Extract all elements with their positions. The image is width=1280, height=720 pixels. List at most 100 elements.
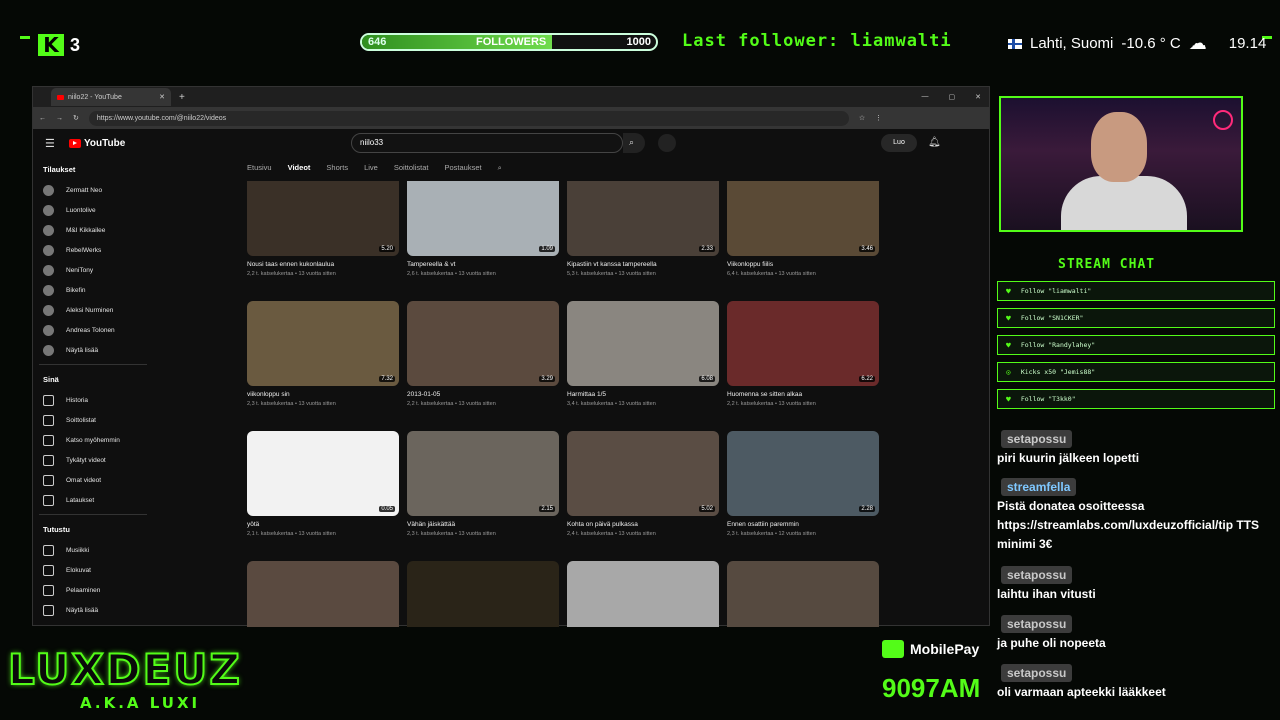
- sidebar-section-subscriptions[interactable]: Tilaukset: [33, 159, 153, 180]
- video-thumbnail[interactable]: 6.08: [567, 301, 719, 386]
- video-thumbnail[interactable]: 1.02: [567, 561, 719, 627]
- video-title[interactable]: Huomenna se sitten alkaa: [727, 391, 879, 398]
- video-thumbnail[interactable]: 1.09: [407, 181, 559, 256]
- chat-username: setapossu: [1001, 664, 1073, 682]
- channel-avatar-icon: [43, 264, 54, 276]
- sidebar-item[interactable]: Historia: [33, 390, 153, 410]
- search-channel-icon[interactable]: ⌕: [498, 163, 502, 173]
- sidebar-section-explore[interactable]: Tutustu: [33, 519, 153, 540]
- search-input[interactable]: niilo33: [351, 133, 623, 153]
- video-card[interactable]: 6.08 Harmittaa 1/5 3,4 t. katselukertaa • …: [567, 301, 719, 407]
- browser-tab[interactable]: niilo22 - YouTube ✕: [51, 88, 171, 106]
- sidebar-item[interactable]: NeniTony: [33, 260, 153, 280]
- video-duration: 0.05: [379, 506, 395, 512]
- video-title[interactable]: Ennen osattiin paremmin: [727, 521, 879, 528]
- minimize-icon[interactable]: —: [922, 93, 929, 101]
- sidebar-item[interactable]: Musiikki: [33, 540, 153, 560]
- tab-shorts[interactable]: Shorts: [326, 163, 348, 173]
- sidebar-icon: [43, 584, 54, 596]
- sidebar-icon: [43, 454, 54, 466]
- video-thumbnail[interactable]: 5.20: [247, 181, 399, 256]
- video-card[interactable]: 3.29 2013-01-05 2,2 t. katselukertaa • 13 …: [407, 301, 559, 407]
- menu-dots-icon[interactable]: ⋮: [875, 114, 882, 122]
- sidebar-item[interactable]: Katso myöhemmin: [33, 430, 153, 450]
- video-title[interactable]: Harmittaa 1/5: [567, 391, 719, 398]
- search-button[interactable]: ⌕: [623, 133, 645, 153]
- video-card[interactable]: 2.28 Ennen osattiin paremmin 2,3 t. katsel…: [727, 431, 879, 537]
- video-thumbnail[interactable]: 5.02: [567, 431, 719, 516]
- tab-etusivu[interactable]: Etusivu: [247, 163, 272, 173]
- tab-close-icon[interactable]: ✕: [159, 93, 165, 101]
- video-thumbnail[interactable]: 7.32: [247, 301, 399, 386]
- notifications-bell-icon[interactable]: 🔔︎: [928, 137, 941, 148]
- sidebar-item[interactable]: M&I Kikkailee: [33, 220, 153, 240]
- sidebar-item[interactable]: Tykätyt videot: [33, 450, 153, 470]
- video-card[interactable]: 1.38Kiivin pelaamassa: [407, 561, 559, 627]
- youtube-logo[interactable]: YouTube: [69, 138, 125, 149]
- bookmark-star-icon[interactable]: ☆: [859, 114, 865, 122]
- tab-videot[interactable]: Videot: [288, 163, 311, 173]
- video-title[interactable]: yötä: [247, 521, 399, 528]
- video-card[interactable]: 1.02Pysäkillä: [567, 561, 719, 627]
- new-tab-icon[interactable]: +: [179, 92, 185, 103]
- sidebar-item[interactable]: Aleksi Nurminen: [33, 300, 153, 320]
- video-card[interactable]: 5.02 Kohta on päivä pulkassa 2,4 t. katsel…: [567, 431, 719, 537]
- video-meta: 2,6 t. katselukertaa • 13 vuotta sitten: [407, 271, 496, 277]
- video-thumbnail[interactable]: 2.28: [727, 431, 879, 516]
- video-title[interactable]: Kohta on päivä pulkassa: [567, 521, 719, 528]
- sidebar-item[interactable]: Bikefin: [33, 280, 153, 300]
- video-thumbnail[interactable]: 3.09: [727, 561, 879, 627]
- video-thumbnail[interactable]: 2.15: [407, 431, 559, 516]
- tab-live[interactable]: Live: [364, 163, 378, 173]
- video-title[interactable]: Tampereella & vt: [407, 261, 559, 268]
- video-card[interactable]: 7.32 viikonloppu sin 2,3 t. katselukertaa …: [247, 301, 399, 407]
- sidebar-item[interactable]: Pelaaminen: [33, 580, 153, 600]
- video-card[interactable]: 0.05 yötä 2,1 t. katselukertaa • 13 vuotta…: [247, 431, 399, 537]
- video-card[interactable]: 2.15 Vähän jäiskättää 2,3 t. katselukertaa…: [407, 431, 559, 537]
- video-thumbnail[interactable]: 0.05: [247, 431, 399, 516]
- back-icon[interactable]: ←: [39, 115, 46, 122]
- sidebar-item[interactable]: Andreas Tolonen: [33, 320, 153, 340]
- tab-postaukset[interactable]: Postaukset: [444, 163, 481, 173]
- video-title[interactable]: viikonloppu sin: [247, 391, 399, 398]
- sidebar-item[interactable]: RebelWerks: [33, 240, 153, 260]
- reload-icon[interactable]: ↻: [73, 114, 79, 122]
- sidebar-section-you[interactable]: Sinä: [33, 369, 153, 390]
- address-field[interactable]: https://www.youtube.com/@niilo22/videos: [88, 110, 849, 126]
- kick-counter: K 3: [38, 34, 80, 56]
- sidebar-item[interactable]: Zermatt Neo: [33, 180, 153, 200]
- video-thumbnail[interactable]: 3.46: [727, 181, 879, 256]
- sidebar-item[interactable]: Soittolistat: [33, 410, 153, 430]
- sidebar-item[interactable]: Lataukset: [33, 490, 153, 510]
- video-card[interactable]: 2.33 Kipastiin vt kanssa tampereella 5,3 t…: [567, 181, 719, 277]
- video-thumbnail[interactable]: 3.14: [247, 561, 399, 627]
- streamer-head: [1091, 112, 1147, 182]
- close-window-icon[interactable]: ✕: [975, 93, 981, 101]
- tab-soittolistat[interactable]: Soittolistat: [394, 163, 429, 173]
- video-card[interactable]: 5.20 Nousi taas ennen kukonlaulua 2,2 t. k…: [247, 181, 399, 277]
- video-card[interactable]: 3.09testausta vebbikameraa: [727, 561, 879, 627]
- sidebar-item[interactable]: Elokuvat: [33, 560, 153, 580]
- video-title[interactable]: Viikonloppu fiilis: [727, 261, 879, 268]
- video-title[interactable]: 2013-01-05: [407, 391, 559, 398]
- video-card[interactable]: 3.14Miksi samulla pitää olla niin kiire: [247, 561, 399, 627]
- hamburger-menu-icon[interactable]: ☰: [45, 137, 55, 150]
- video-title[interactable]: Kipastiin vt kanssa tampereella: [567, 261, 719, 268]
- video-title[interactable]: Vähän jäiskättää: [407, 521, 559, 528]
- video-card[interactable]: 6.22 Huomenna se sitten alkaa 2,2 t. katse…: [727, 301, 879, 407]
- video-thumbnail[interactable]: 2.33: [567, 181, 719, 256]
- create-button[interactable]: Luo: [881, 134, 917, 152]
- video-card[interactable]: 1.09 Tampereella & vt 2,6 t. katselukertaa…: [407, 181, 559, 277]
- sidebar-item[interactable]: Näytä lisää: [33, 600, 153, 620]
- microphone-button[interactable]: [658, 134, 676, 152]
- sidebar-item[interactable]: Omat videot: [33, 470, 153, 490]
- forward-icon[interactable]: →: [56, 115, 63, 122]
- maximize-icon[interactable]: ▢: [949, 93, 956, 101]
- video-card[interactable]: 3.46 Viikonloppu fiilis 6,4 t. katselukert…: [727, 181, 879, 277]
- video-thumbnail[interactable]: 3.29: [407, 301, 559, 386]
- video-thumbnail[interactable]: 6.22: [727, 301, 879, 386]
- sidebar-item[interactable]: Näytä lisää: [33, 340, 153, 360]
- video-thumbnail[interactable]: 1.38: [407, 561, 559, 627]
- sidebar-item[interactable]: Luontolive: [33, 200, 153, 220]
- video-title[interactable]: Nousi taas ennen kukonlaulua: [247, 261, 399, 268]
